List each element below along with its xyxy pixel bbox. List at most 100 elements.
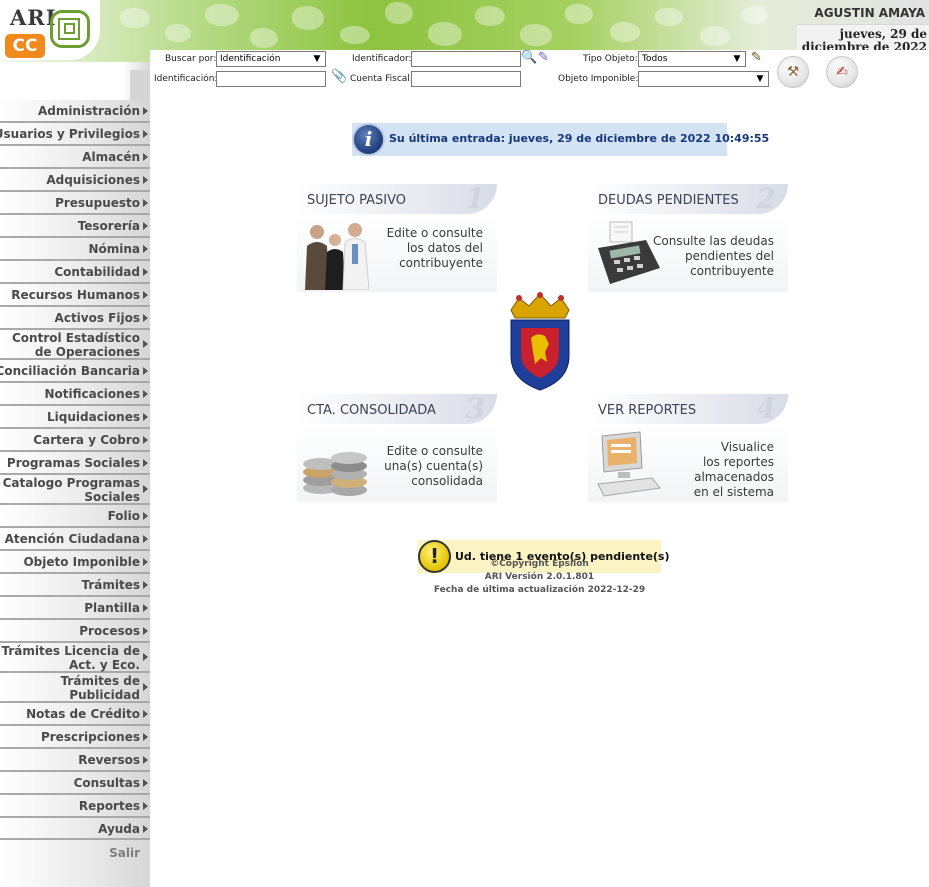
sidebar-item-prescripciones[interactable]: Prescripciones [0,726,150,749]
sidebar-item-objeto-imponible[interactable]: Objeto Imponible [0,551,150,574]
sidebar-item-catalogo-programas-sociales[interactable]: Catalogo Programas Sociales [0,475,150,505]
sidebar-menu: Administración Usuarios y Privilegios Alma… [0,100,150,887]
sidebar-item-nomina[interactable]: Nómina [0,238,150,261]
sidebar-item-notas-de-credito[interactable]: Notas de Crédito [0,703,150,726]
chevron-right-icon [143,581,148,589]
sidebar-item-tramites-de-publicidad[interactable]: Trámites de Publicidad [0,673,150,703]
chevron-right-icon [143,176,148,184]
ari-cc-logo: ARI CC [0,0,100,60]
cuenta-fiscal-label: Cuenta Fiscal: [350,74,413,84]
sidebar-item-recursos-humanos[interactable]: Recursos Humanos [0,284,150,307]
card-deudas-pendientes[interactable]: DEUDAS PENDIENTES 2 Consulte las deudas … [588,182,788,292]
sidebar-item-label: Notas de Crédito [26,707,140,721]
sidebar-item-conciliacion-bancaria[interactable]: Conciliación Bancaria [0,360,150,383]
edit-icon[interactable]: ✎ [751,50,762,66]
version-text: ARI Versión 2.0.1.801 [484,572,595,582]
current-date-line-1: jueves, 29 de [839,27,927,41]
sidebar-item-tesoreria[interactable]: Tesorería [0,215,150,238]
sidebar-item-usuarios-y-privilegios[interactable]: Usuarios y Privilegios [0,123,150,146]
sidebar-item-consultas[interactable]: Consultas [0,772,150,795]
card-title: DEUDAS PENDIENTES [598,193,739,208]
chevron-right-icon [143,314,148,322]
sidebar-item-reversos[interactable]: Reversos [0,749,150,772]
sidebar-item-label: Presupuesto [55,196,140,210]
sidebar-item-salir[interactable]: Salir [0,840,150,887]
chevron-right-icon [143,535,148,543]
sidebar-item-liquidaciones[interactable]: Liquidaciones [0,406,150,429]
sidebar-item-control-estadistico-de-operaciones[interactable]: Control Estadístico de Operaciones [0,330,150,360]
sidebar-item-reportes[interactable]: Reportes [0,795,150,818]
cuenta-fiscal-input[interactable] [411,71,521,87]
sidebar-item-label: Adquisiciones [46,173,140,187]
paperclip-icon[interactable]: 📎 [331,69,347,85]
sidebar-item-label: Trámites Licencia de Act. y Eco. [1,644,140,672]
identificador-label: Identificador: [352,54,412,64]
sidebar-item-administracion[interactable]: Administración [0,100,150,123]
identificacion-label: Identificación: [154,74,218,84]
chevron-right-icon [143,199,148,207]
sidebar-item-notificaciones[interactable]: Notificaciones [0,383,150,406]
card-sujeto-pasivo[interactable]: SUJETO PASIVO 1 Edite o consulte los dat… [297,182,497,292]
magnifier-icon[interactable]: 🔍 [521,50,537,66]
chevron-right-icon [143,340,148,348]
sidebar-item-label: Atención Ciudadana [4,532,140,546]
sidebar-item-label: Ayuda [98,822,140,836]
sidebar-item-label: Catalogo Programas Sociales [2,476,140,504]
card-ver-reportes[interactable]: VER REPORTES 4 Visualice los reportes al… [588,392,788,502]
sidebar-item-label: Conciliación Bancaria [0,364,140,378]
card-number: 2 [756,182,776,215]
sidebar-item-cartera-y-cobro[interactable]: Cartera y Cobro [0,429,150,452]
sidebar-item-label: Consultas [73,776,140,790]
tipo-objeto-select[interactable]: Todos ▼ [638,51,746,67]
sidebar-item-folio[interactable]: Folio [0,505,150,528]
eraser-icon[interactable]: ✎ [538,50,549,66]
tools-button[interactable]: ⚒ [777,56,809,88]
chevron-right-icon [143,413,148,421]
sidebar-item-adquisiciones[interactable]: Adquisiciones [0,169,150,192]
sidebar-item-label: Reportes [78,799,140,813]
card-title: VER REPORTES [598,403,697,418]
buscar-por-select[interactable]: Identificación ▼ [216,51,326,67]
card-cta-consolidada[interactable]: CTA. CONSOLIDADA 3 Edite o consulte una(… [297,392,497,502]
form-edit-button[interactable]: ✍ [826,56,858,88]
card-description: Edite o consulte una(s) cuenta(s) consol… [384,444,483,488]
card-number: 4 [756,392,776,425]
sidebar-item-label: Tesorería [77,219,140,233]
sidebar-item-label: Notificaciones [44,387,140,401]
sidebar-item-label: Contabilidad [54,265,140,279]
chevron-down-icon: ▼ [756,74,764,84]
sidebar-item-atencion-ciudadana[interactable]: Atención Ciudadana [0,528,150,551]
sidebar-item-ayuda[interactable]: Ayuda [0,818,150,840]
chevron-right-icon [143,733,148,741]
objeto-imponible-select[interactable]: ▼ [638,71,769,87]
last-update-text: Fecha de última actualización 2022-12-29 [433,585,646,595]
people-icon [305,223,370,290]
sidebar-item-presupuesto[interactable]: Presupuesto [0,192,150,215]
user-name: AGUSTIN AMAYA [814,6,925,20]
chevron-right-icon [143,130,148,138]
sidebar-item-procesos[interactable]: Procesos [0,620,150,643]
identificador-input[interactable] [411,51,521,67]
sidebar-item-label: Trámites de Publicidad [60,674,140,702]
sidebar-item-tramites[interactable]: Trámites [0,574,150,597]
card-title: CTA. CONSOLIDADA [307,403,436,418]
sidebar-item-tramites-licencia-de-act-y-eco[interactable]: Trámites Licencia de Act. y Eco. [0,643,150,673]
card-description: Consulte las deudas pendientes del contr… [652,234,774,278]
identificacion-input[interactable] [216,71,326,87]
coins-icon [303,452,367,496]
sidebar-item-contabilidad[interactable]: Contabilidad [0,261,150,284]
objeto-imponible-label: Objeto Imponible: [558,74,639,84]
chevron-right-icon [143,245,148,253]
sidebar-item-activos-fijos[interactable]: Activos Fijos [0,307,150,330]
sidebar-item-plantilla[interactable]: Plantilla [0,597,150,620]
sidebar-item-label: Plantilla [84,601,140,615]
sidebar-item-almacen[interactable]: Almacén [0,146,150,169]
chevron-right-icon [143,107,148,115]
chevron-right-icon [143,779,148,787]
chevron-right-icon [143,653,148,661]
chevron-right-icon [143,558,148,566]
info-icon: i [352,123,385,156]
chevron-down-icon: ▼ [733,54,741,64]
sidebar-item-programas-sociales[interactable]: Programas Sociales [0,452,150,475]
sidebar-item-label: Administración [37,104,140,118]
